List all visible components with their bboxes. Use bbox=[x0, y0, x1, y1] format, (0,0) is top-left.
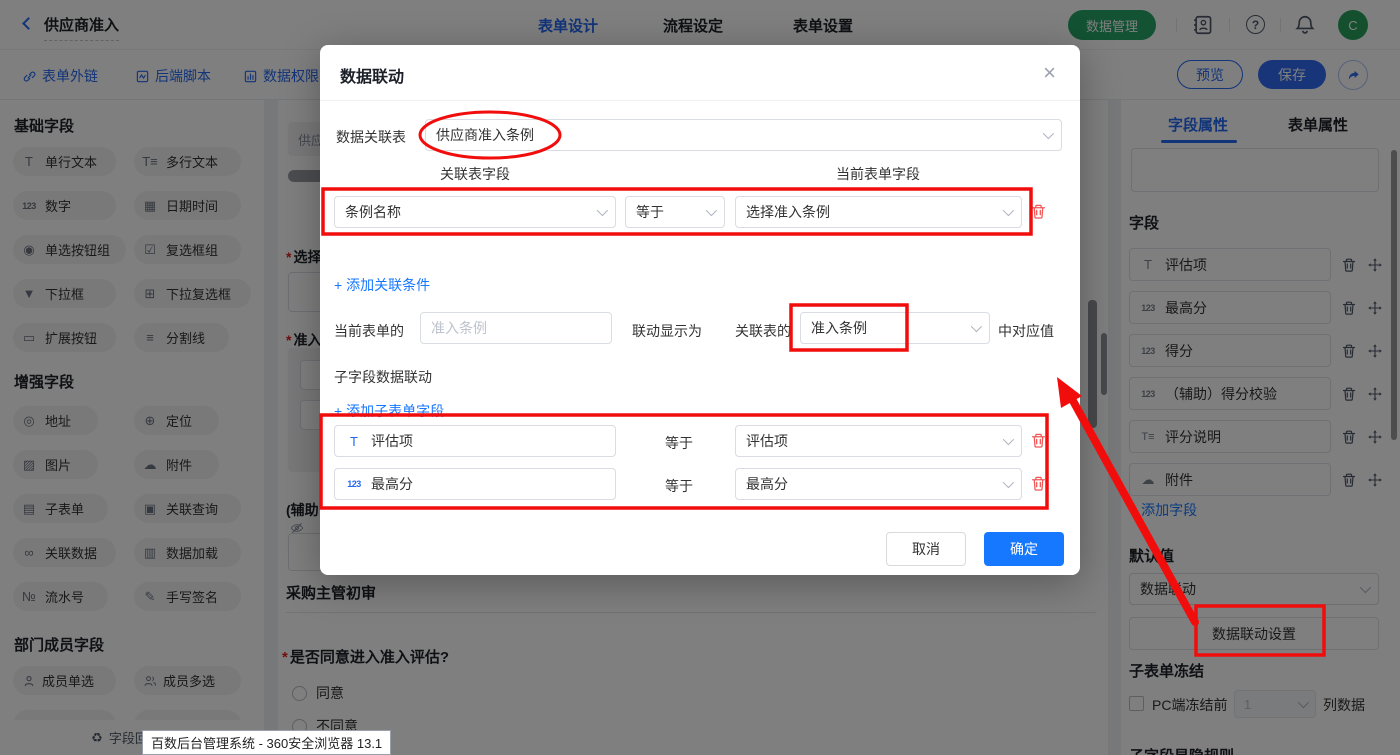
condition-target-select[interactable]: 选择准入条例 bbox=[735, 196, 1022, 228]
subfield-left-box[interactable]: 123最高分 bbox=[334, 468, 616, 500]
display-row-middle: 联动显示为 bbox=[632, 321, 702, 341]
subfield-left-box[interactable]: T评估项 bbox=[334, 425, 616, 457]
subfield-section-label: 子字段数据联动 bbox=[334, 367, 432, 387]
modal-title: 数据联动 bbox=[340, 63, 404, 87]
subfield-operator: 等于 bbox=[665, 476, 693, 496]
relation-table-label: 数据关联表 bbox=[336, 127, 406, 147]
browser-status-tooltip: 百数后台管理系统 - 360安全浏览器 13.1 bbox=[142, 730, 391, 755]
subfield-right-select[interactable]: 最高分 bbox=[735, 468, 1022, 500]
left-column-header: 关联表字段 bbox=[440, 164, 510, 184]
chevron-down-icon bbox=[597, 205, 608, 216]
delete-subfield-icon[interactable] bbox=[1030, 475, 1047, 492]
close-icon[interactable]: × bbox=[1043, 62, 1056, 84]
cancel-button[interactable]: 取消 bbox=[886, 532, 966, 566]
app-root: 供应商准入 表单设计 流程设定 表单设置 数据管理 ? C 表单外链 后端脚本 … bbox=[0, 0, 1400, 755]
confirm-button[interactable]: 确定 bbox=[984, 532, 1064, 566]
condition-operator-select[interactable]: 等于 bbox=[625, 196, 725, 228]
chevron-down-icon bbox=[706, 205, 717, 216]
modal-header-divider bbox=[320, 100, 1080, 101]
chevron-down-icon bbox=[1003, 434, 1014, 445]
display-row-suffix: 中对应值 bbox=[998, 321, 1054, 341]
linked-field-select[interactable]: 准入条例 bbox=[800, 312, 990, 344]
subfield-operator: 等于 bbox=[665, 433, 693, 453]
chevron-down-icon bbox=[1003, 205, 1014, 216]
add-subfield-link[interactable]: + 添加子表单字段 bbox=[334, 401, 444, 421]
single-line-text-icon: T bbox=[345, 434, 363, 449]
condition-field-select[interactable]: 条例名称 bbox=[334, 196, 616, 228]
add-condition-link[interactable]: + 添加关联条件 bbox=[334, 275, 430, 295]
chevron-down-icon bbox=[971, 321, 982, 332]
current-field-input[interactable] bbox=[420, 312, 612, 344]
display-row-table-label: 关联表的 bbox=[735, 321, 791, 341]
delete-condition-icon[interactable] bbox=[1030, 203, 1047, 220]
chevron-down-icon bbox=[1043, 128, 1054, 139]
delete-subfield-icon[interactable] bbox=[1030, 432, 1047, 449]
subfield-right-select[interactable]: 评估项 bbox=[735, 425, 1022, 457]
number-icon: 123 bbox=[345, 479, 363, 489]
relation-table-select[interactable]: 供应商准入条例 bbox=[425, 119, 1062, 151]
display-row-prefix: 当前表单的 bbox=[334, 321, 404, 341]
right-column-header: 当前表单字段 bbox=[836, 164, 920, 184]
chevron-down-icon bbox=[1003, 477, 1014, 488]
data-linkage-modal: 数据联动 × 数据关联表 供应商准入条例 关联表字段 当前表单字段 条例名称 等… bbox=[320, 45, 1080, 575]
